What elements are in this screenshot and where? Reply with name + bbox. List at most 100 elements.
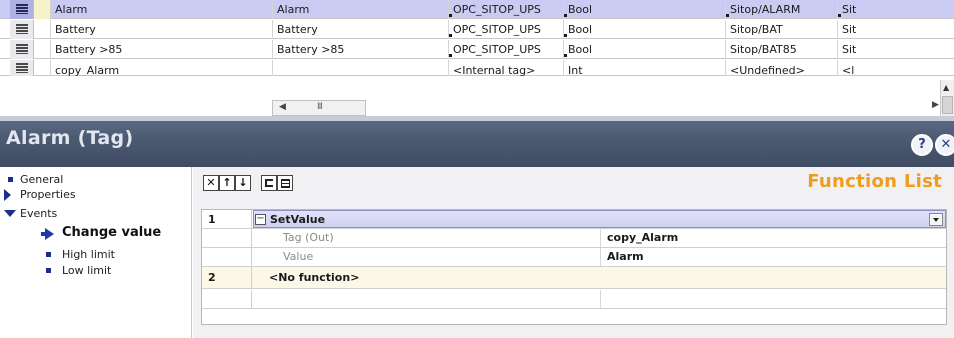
param-row-number: [202, 290, 252, 308]
tag-extra-cell[interactable]: Sit: [837, 40, 940, 59]
param-row-body: Value Alarm: [253, 248, 946, 266]
table-row[interactable]: Battery Battery OPC_SITOP_UPS Bool Sitop…: [0, 20, 954, 39]
scroll-left-icon[interactable]: ◀: [279, 102, 286, 112]
cell-marker-icon: [564, 54, 567, 57]
function-list-title: Function List: [807, 171, 942, 192]
param-value[interactable]: copy_Alarm: [600, 229, 954, 247]
function-grid: 1 − SetValue Tag (Out) copy_Alarm Value: [201, 209, 947, 325]
param-name: Tag (Out): [283, 231, 334, 244]
row-pad: [34, 60, 50, 79]
function-dropdown-icon[interactable]: [929, 213, 943, 226]
table-row[interactable]: Battery >85 Battery >85 OPC_SITOP_UPS Bo…: [0, 40, 954, 59]
close-icon: ✕: [940, 137, 952, 152]
nav-item-label: High limit: [62, 248, 115, 261]
tag-name-cell[interactable]: Alarm: [50, 0, 272, 19]
row-header[interactable]: [10, 20, 34, 39]
row-handle-icon: [16, 44, 28, 54]
delete-function-button[interactable]: ✕: [203, 175, 219, 191]
tag-display-name-cell[interactable]: Battery: [272, 20, 448, 39]
row-header[interactable]: [10, 40, 34, 59]
tag-address-cell[interactable]: Sitop/BAT85: [725, 40, 837, 59]
tag-address-cell[interactable]: <Undefined>: [725, 60, 837, 76]
function-name: SetValue: [270, 213, 326, 226]
cell-marker-icon: [449, 54, 452, 57]
tag-datatype-cell[interactable]: Bool: [563, 40, 725, 59]
nav-item-label: Properties: [20, 188, 76, 201]
param-value[interactable]: Alarm: [600, 248, 954, 266]
row-pad: [34, 20, 50, 39]
tag-datatype-cell[interactable]: Int: [563, 60, 725, 76]
function-view-button[interactable]: [277, 175, 293, 191]
param-row-body: Tag (Out) copy_Alarm: [253, 229, 946, 247]
tag-name-cell[interactable]: Battery >85: [50, 40, 272, 59]
tag-name-cell[interactable]: copy_Alarm: [50, 60, 272, 76]
row-handle-icon: [16, 63, 28, 73]
bullet-icon: [46, 252, 51, 257]
tag-extra-cell[interactable]: Sit: [837, 0, 940, 19]
scroll-right-icon[interactable]: ▶: [932, 100, 939, 110]
function-param-row[interactable]: Value Alarm: [202, 248, 946, 267]
collapse-arrow-icon[interactable]: [4, 210, 16, 217]
tag-address-cell[interactable]: Sitop/ALARM: [725, 0, 837, 19]
table-row[interactable]: Alarm Alarm OPC_SITOP_UPS Bool Sitop/ALA…: [0, 0, 954, 19]
row-header[interactable]: [10, 60, 34, 76]
function-list-panel: ✕ ↑ ↓ Function List 1 − SetValue Tag (Ou…: [193, 167, 954, 338]
table-row[interactable]: copy_Alarm <Internal tag> Int <Undefined…: [0, 60, 954, 76]
function-row[interactable]: 1 − SetValue: [202, 210, 946, 229]
tag-extra-cell[interactable]: <l: [837, 60, 940, 76]
insert-bracket-icon: [265, 179, 273, 187]
row-header[interactable]: [10, 0, 34, 19]
collapse-minus-icon[interactable]: −: [255, 214, 266, 225]
param-row-number: [202, 229, 252, 247]
bullet-icon: [46, 268, 51, 273]
move-up-button[interactable]: ↑: [219, 175, 235, 191]
inspector-body: General Properties Events Change value H…: [0, 167, 954, 338]
tag-datatype-cell[interactable]: Bool: [563, 20, 725, 39]
tag-connection-cell[interactable]: OPC_SITOP_UPS: [448, 40, 563, 59]
empty-row: [202, 290, 946, 309]
row-pad: [34, 0, 50, 19]
param-name: Value: [283, 250, 314, 263]
tag-address-cell[interactable]: Sitop/BAT: [725, 20, 837, 39]
horizontal-scrollbar[interactable]: ◀ III: [272, 100, 366, 116]
tag-display-name-cell[interactable]: [272, 60, 448, 76]
scroll-thumb[interactable]: [942, 96, 953, 114]
vertical-scrollbar[interactable]: ▲: [940, 80, 954, 116]
function-cell[interactable]: − SetValue: [253, 210, 946, 228]
empty-value: [600, 290, 954, 308]
selected-arrow-icon: [41, 228, 54, 240]
tag-extra-cell[interactable]: Sit: [837, 20, 940, 39]
param-row-body: [253, 290, 946, 308]
tag-display-name-cell[interactable]: Alarm: [272, 0, 448, 19]
delete-icon: ✕: [206, 176, 216, 189]
tag-display-name-cell[interactable]: Battery >85: [272, 40, 448, 59]
insert-function-button[interactable]: [261, 175, 277, 191]
function-row[interactable]: 2 <No function>: [202, 267, 946, 289]
tag-datatype-cell[interactable]: Bool: [563, 0, 725, 19]
function-cell[interactable]: <No function>: [253, 267, 946, 288]
scroll-up-icon[interactable]: ▲: [943, 83, 949, 92]
inspector-title: Alarm (Tag): [6, 127, 134, 149]
arrow-up-icon: ↑: [222, 176, 232, 189]
arrow-down-icon: ↓: [238, 176, 248, 189]
tag-name-cell[interactable]: Battery: [50, 20, 272, 39]
row-handle-icon: [16, 24, 28, 34]
cell-marker-icon: [564, 14, 567, 17]
tag-connection-cell[interactable]: <Internal tag>: [448, 60, 563, 76]
help-pin-button[interactable]: ?: [911, 134, 933, 156]
tag-connection-cell[interactable]: OPC_SITOP_UPS: [448, 20, 563, 39]
function-param-row[interactable]: Tag (Out) copy_Alarm: [202, 229, 946, 248]
tag-connection-cell[interactable]: OPC_SITOP_UPS: [448, 0, 563, 19]
row-pad: [34, 40, 50, 59]
cell-marker-icon: [449, 34, 452, 37]
move-down-button[interactable]: ↓: [235, 175, 251, 191]
inspector-nav-tree: General Properties Events Change value H…: [0, 167, 192, 338]
expand-arrow-icon[interactable]: [4, 189, 11, 201]
row-handle-icon: [16, 4, 28, 14]
nav-item-label: General: [20, 173, 64, 186]
pin-help-icon: ?: [918, 137, 926, 152]
close-button[interactable]: ✕: [935, 134, 954, 156]
cell-marker-icon: [564, 34, 567, 37]
scroll-grip-icon[interactable]: III: [317, 102, 323, 112]
function-row-number: 1: [202, 210, 252, 228]
